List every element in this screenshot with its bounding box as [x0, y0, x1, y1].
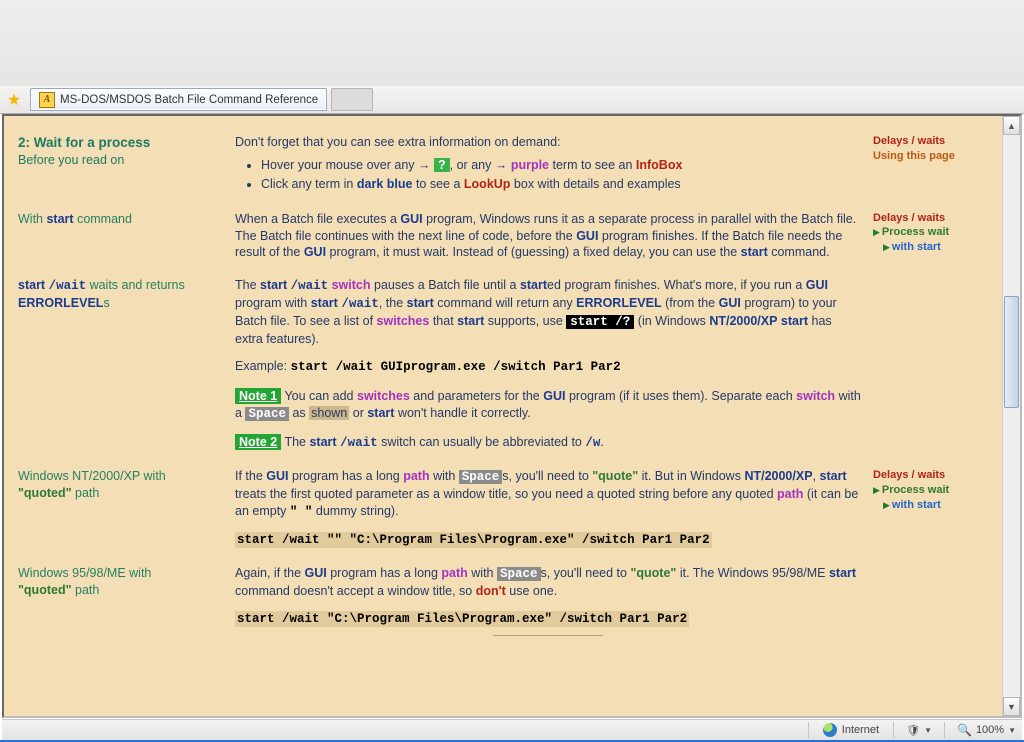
hint-item: Click any term in dark blue to see a Loo… [261, 176, 861, 193]
globe-icon [823, 723, 837, 737]
nt-link[interactable]: NT/2000/XP [709, 314, 777, 328]
section-start-wait: start /wait waits and returns ERRORLEVEL… [18, 277, 988, 452]
start-link[interactable]: start [46, 212, 73, 226]
zoom-control[interactable]: 🔍 100% ▼ [951, 723, 1022, 737]
command-box: start /? [566, 315, 634, 329]
side-heading: Delays / waits [873, 468, 988, 483]
tab-strip: ★ A MS-DOS/MSDOS Batch File Command Refe… [0, 86, 1024, 114]
browser-chrome-top [0, 0, 1024, 87]
side-heading: Delays / waits [873, 134, 988, 149]
scroll-up-button[interactable]: ▲ [1003, 116, 1020, 135]
note-badge: Note 2 [235, 434, 281, 450]
page-body: 2: Wait for a process Before you read on… [4, 116, 1002, 716]
section-start-command: With start command When a Batch file exe… [18, 211, 988, 262]
side-link[interactable]: ▶with start [873, 498, 988, 513]
section-intro: 2: Wait for a process Before you read on… [18, 134, 988, 195]
content-viewport: 2: Wait for a process Before you read on… [2, 114, 1022, 718]
protected-mode-button[interactable]: 🛡 ▼ [900, 724, 938, 737]
side-link[interactable]: ▶Process wait [873, 483, 988, 498]
tab-title: MS-DOS/MSDOS Batch File Command Referenc… [60, 94, 318, 106]
gui-link[interactable]: GUI [576, 229, 598, 243]
section-nt-quoted: Windows NT/2000/XP with "quoted" path If… [18, 468, 988, 549]
section-heading: 2: Wait for a process [18, 134, 223, 152]
intro-text: Don't forget that you can see extra info… [235, 134, 861, 151]
side-link[interactable]: ▶with start [873, 240, 988, 255]
side-link[interactable]: Using this page [873, 149, 988, 164]
example-command: start /wait GUIprogram.exe /switch Par1 … [291, 360, 621, 374]
command-line: start /wait "C:\Program Files\Program.ex… [235, 611, 689, 627]
status-bar: Internet 🛡 ▼ 🔍 100% ▼ [2, 719, 1022, 740]
command-line: start /wait "" "C:\Program Files\Program… [235, 532, 712, 548]
switches-term[interactable]: switches [377, 314, 430, 328]
gui-link[interactable]: GUI [400, 212, 422, 226]
new-tab-button[interactable] [331, 88, 373, 111]
question-icon[interactable]: ? [434, 158, 450, 172]
favorites-star-button[interactable]: ★ [0, 86, 28, 113]
security-zone[interactable]: Internet [815, 723, 887, 737]
section-subhead: Before you read on [18, 152, 223, 169]
space-key: Space [245, 407, 289, 421]
side-heading: Delays / waits [873, 211, 988, 226]
scroll-thumb[interactable] [1004, 296, 1019, 408]
active-tab[interactable]: A MS-DOS/MSDOS Batch File Command Refere… [30, 88, 327, 111]
start-link[interactable]: start [18, 278, 45, 292]
start-link[interactable]: start [741, 245, 768, 259]
section-9x-quoted: Windows 95/98/ME with "quoted" path Agai… [18, 565, 988, 637]
errorlevel-link[interactable]: ERRORLEVEL [18, 296, 103, 310]
note-badge: Note 1 [235, 388, 281, 404]
scroll-down-button[interactable]: ▼ [1003, 697, 1020, 716]
section-divider [493, 635, 603, 636]
path-term[interactable]: path [403, 469, 429, 483]
vertical-scrollbar[interactable]: ▲ ▼ [1002, 116, 1020, 716]
tab-favicon: A [39, 92, 55, 108]
magnifier-icon: 🔍 [957, 723, 972, 737]
hint-item: Hover your mouse over any → ?, or any → … [261, 157, 861, 174]
side-link[interactable]: ▶Process wait [873, 225, 988, 240]
switch-term[interactable]: switch [332, 278, 371, 292]
errorlevel-link[interactable]: ERRORLEVEL [576, 296, 661, 310]
gui-link[interactable]: GUI [304, 245, 326, 259]
purple-term[interactable]: purple [511, 158, 549, 172]
